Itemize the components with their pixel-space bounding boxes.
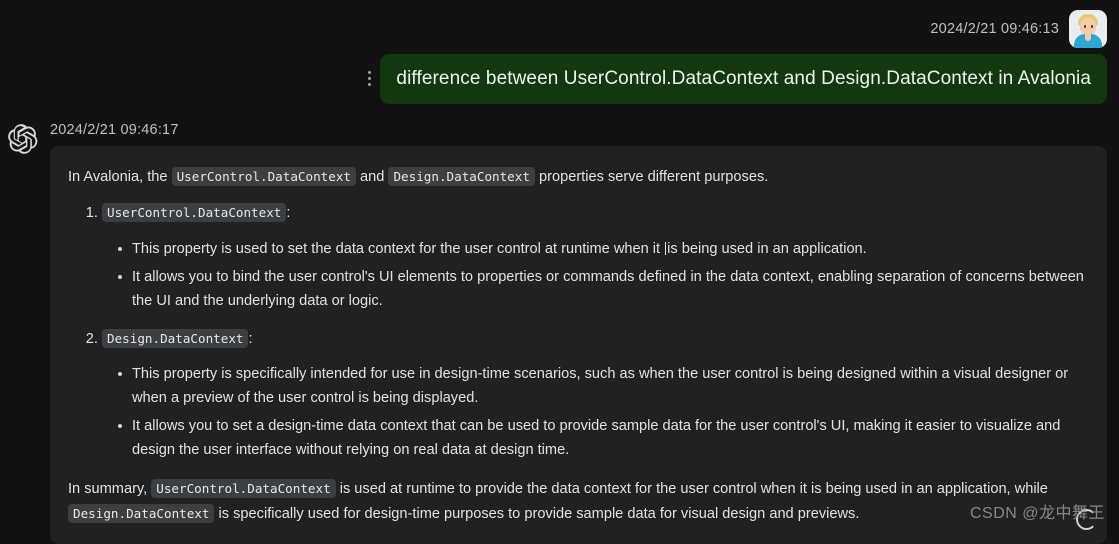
bullet-1-2: It allows you to bind the user control's… <box>118 266 1089 313</box>
intro-text-2: and <box>355 168 389 185</box>
bullet-2-1: This property is specifically intended f… <box>118 363 1089 410</box>
inline-code-item-2: Design.DataContext <box>102 328 249 348</box>
assistant-content-column: 2024/2/21 09:46:17 In Avalonia, the User… <box>50 122 1107 544</box>
kebab-dot-2 <box>368 77 372 81</box>
avatar-eye-right <box>1091 25 1093 28</box>
openai-logo-icon <box>8 123 38 154</box>
kebab-dot-3 <box>368 83 372 87</box>
inline-code-item-1: UserControl.DataContext <box>102 203 287 223</box>
user-meta: 2024/2/21 09:46:13 <box>930 10 1107 48</box>
bullet-1-1-after: is being used in an application. <box>667 240 867 257</box>
list-item-design: Design.DataContext: <box>102 328 1089 351</box>
item-1-suffix: : <box>286 205 291 222</box>
bullet-1-1: This property is used to set the data co… <box>118 238 1089 262</box>
text-caret-icon <box>665 241 667 255</box>
avatar-face <box>1080 18 1096 35</box>
inline-code-summary-2: Design.DataContext <box>68 504 215 524</box>
numbered-list-item-1: UserControl.DataContext: <box>68 202 1089 225</box>
summary-text-3: is specifically used for design-time pur… <box>214 506 860 523</box>
assistant-message-row: 2024/2/21 09:46:17 In Avalonia, the User… <box>0 104 1119 544</box>
summary-text-1: In summary, <box>68 480 152 497</box>
intro-text-1: In Avalonia, the <box>68 168 172 185</box>
bullet-1-1-before: This property is used to set the data co… <box>132 240 665 257</box>
inline-code-summary-1: UserControl.DataContext <box>151 478 336 498</box>
bullet-list-item-1: This property is used to set the data co… <box>68 238 1089 314</box>
loading-spinner-icon <box>1076 508 1097 530</box>
intro-paragraph: In Avalonia, the UserControl.DataContext… <box>68 166 1089 189</box>
avatar-collar <box>1085 34 1091 41</box>
bullet-2-2: It allows you to set a design-time data … <box>118 415 1089 462</box>
kebab-dot-1 <box>368 71 372 75</box>
user-message-row: difference between UserControl.DataConte… <box>0 54 1119 104</box>
summary-paragraph: In summary, UserControl.DataContext is u… <box>68 477 1089 528</box>
summary-text-2: is used at runtime to provide the data c… <box>335 480 1048 497</box>
assistant-timestamp: 2024/2/21 09:46:17 <box>50 121 179 138</box>
intro-text-3: properties serve different purposes. <box>534 168 769 185</box>
numbered-list-item-2: Design.DataContext: <box>68 328 1089 351</box>
avatar-eye-left <box>1084 25 1086 28</box>
user-message-header: 2024/2/21 09:46:13 <box>0 0 1119 48</box>
user-message-bubble[interactable]: difference between UserControl.DataConte… <box>380 54 1107 104</box>
bullet-list-item-2: This property is specifically intended f… <box>68 363 1089 463</box>
assistant-message-panel: In Avalonia, the UserControl.DataContext… <box>50 145 1107 544</box>
item-2-suffix: : <box>248 330 253 347</box>
inline-code-usercontrol-datacontext: UserControl.DataContext <box>171 166 356 186</box>
list-item-usercontrol: UserControl.DataContext: <box>102 202 1089 225</box>
user-avatar[interactable] <box>1069 10 1107 48</box>
user-timestamp: 2024/2/21 09:46:13 <box>930 21 1059 37</box>
kebab-menu-icon[interactable] <box>359 71 380 87</box>
inline-code-design-datacontext: Design.DataContext <box>388 166 535 186</box>
